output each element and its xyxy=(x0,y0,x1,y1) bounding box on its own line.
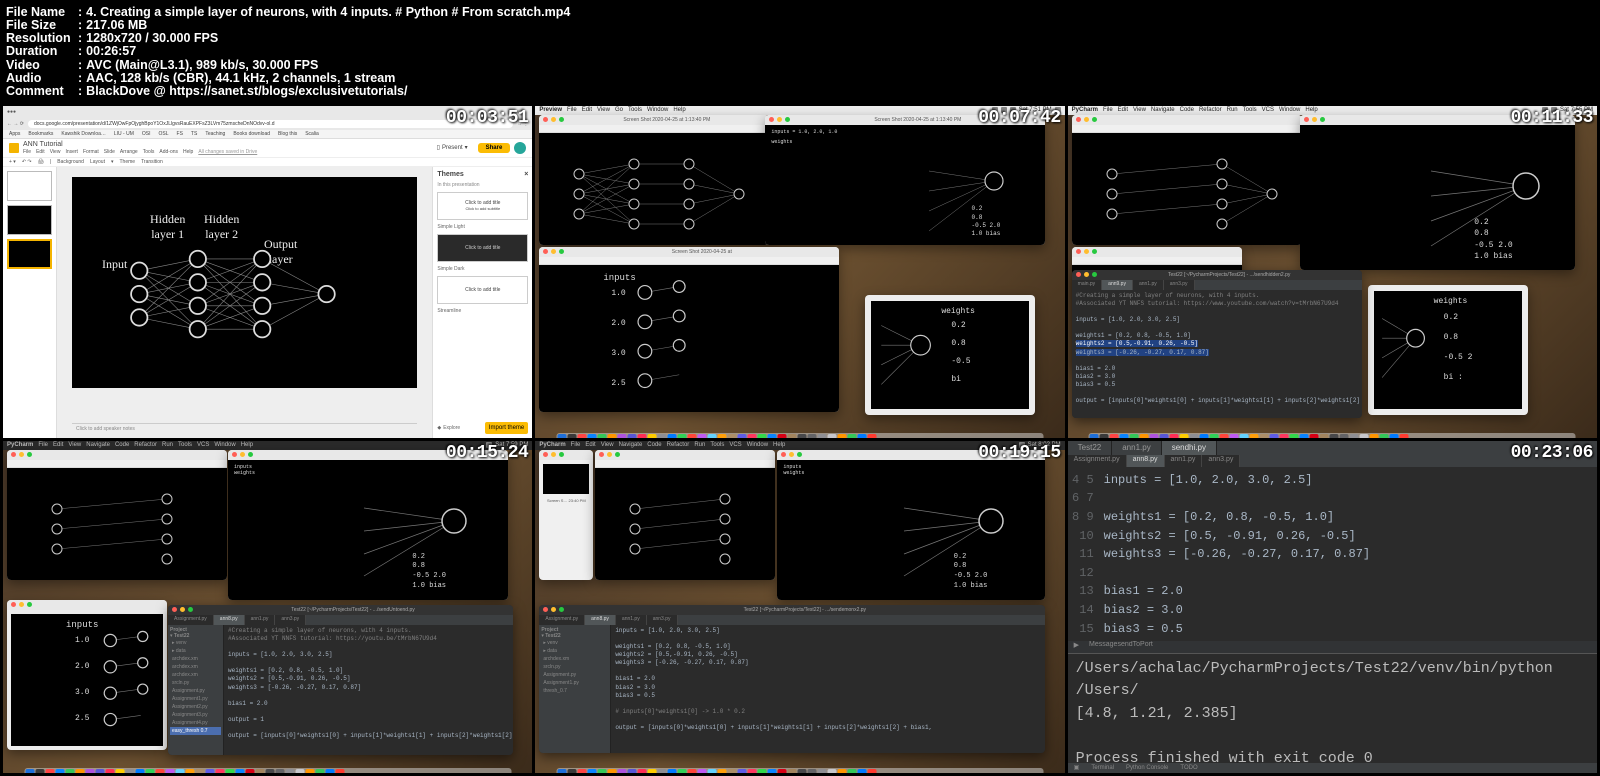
run-console[interactable]: /Users/achalac/PycharmProjects/Test22/ve… xyxy=(1068,653,1597,763)
line-gutter: 4 5 6 7 8 9 10 11 12 13 14 15 16 17 18 1… xyxy=(1072,471,1094,641)
frame-4: 00:15:24 PyCharm FileEditViewNavigateCod… xyxy=(3,441,532,773)
preview-big[interactable]: inputsweights 0.20.8-0.5 2.01.0 bias xyxy=(228,450,508,600)
pycharm-window[interactable]: Test22 [~/PycharmProjects/Test22] - .../… xyxy=(539,605,1045,753)
doc-title[interactable]: ANN Tutorial xyxy=(23,141,427,148)
themes-panel: Themes× In this presentation Click to ad… xyxy=(432,167,532,438)
project-tree[interactable]: Project▾ Test22 ▸ venv▸ data archdex.xms… xyxy=(539,625,611,753)
thumb-1[interactable] xyxy=(7,171,52,201)
preview-big[interactable]: 0.20.8-0.5 2.01.0 bias xyxy=(1300,115,1575,270)
preview-window[interactable] xyxy=(7,450,227,580)
slides-menu[interactable]: FileEditViewInsertFormatSlideArrangeTool… xyxy=(23,149,427,155)
preview-weights[interactable]: weights 0.2 0.8 -0.5 2 bi : xyxy=(1368,285,1528,415)
theme-card[interactable]: Click to add title xyxy=(437,276,528,304)
present-button[interactable]: ▯ Present ▾ xyxy=(431,142,474,153)
preview-inputs[interactable]: inputs 1.0 2.0 3.0 2.5 xyxy=(7,600,167,750)
thumb-3[interactable] xyxy=(7,239,52,269)
code-editor[interactable]: #Creating a simple layer of neurons, wit… xyxy=(224,625,513,755)
code-editor[interactable]: #Creating a simple layer of neurons, wit… xyxy=(1072,290,1362,418)
timestamp: 00:11:33 xyxy=(1511,108,1593,128)
frame-6: 00:23:06 Test22 ann1.py sendhi.py Assign… xyxy=(1068,441,1597,773)
import-theme-button[interactable]: Import theme xyxy=(485,422,529,434)
timestamp: 00:07:42 xyxy=(978,108,1060,128)
frame-5: 00:19:15 PyCharm FileEditViewNavigateCod… xyxy=(535,441,1064,773)
preview-thumbs[interactable]: Screen S… 23:40 PM xyxy=(539,450,593,580)
theme-card[interactable]: Click to add titleClick to add subtitle xyxy=(437,192,528,220)
run-tab-bar[interactable]: ▶MessagesendToPort xyxy=(1068,641,1597,653)
preview-window-3[interactable]: Screen Shot 2020-04-25 at inputs 1.0 2.0… xyxy=(539,247,839,412)
close-icon[interactable]: × xyxy=(524,171,528,178)
url-field[interactable]: docs.google.com/presentation/d/1ZWjOwFpO… xyxy=(28,120,513,128)
bookmarks-bar: AppsBookmarksKawshik Downloa…LIU - UMOSI… xyxy=(3,130,532,139)
explore-button[interactable]: ◆ Explore xyxy=(437,422,481,434)
slides-header: ANN Tutorial FileEditViewInsertFormatSli… xyxy=(3,139,532,157)
mac-dock[interactable] xyxy=(557,768,1044,773)
metadata-block: File Name:4. Creating a simple layer of … xyxy=(0,0,1600,106)
preview-window-2[interactable]: Screen Shot 2020-04-25 at 1:13:40 PM inp… xyxy=(765,115,1045,245)
slides-logo-icon xyxy=(9,143,19,153)
code-editor[interactable]: 4 5 6 7 8 9 10 11 12 13 14 15 16 17 18 1… xyxy=(1068,467,1597,641)
pycharm-window[interactable]: Test22 [~/PycharmProjects/Test22] - .../… xyxy=(168,605,513,755)
slides-toolbar[interactable]: + ▾↶ ↷🖨| BackgroundLayout▾ThemeTransitio… xyxy=(3,157,532,167)
themes-title: Themes xyxy=(437,171,463,178)
theme-card[interactable]: Click to add title xyxy=(437,234,528,262)
avatar[interactable] xyxy=(514,142,526,154)
code-editor[interactable]: inputs = [1.0, 2.0, 3.0, 2.5] weights1 =… xyxy=(611,625,1045,753)
preview-window-1[interactable]: Screen Shot 2020-04-25 at 1:13:40 PM xyxy=(539,115,769,245)
status-bar: ▣TerminalPython ConsoleTODO xyxy=(1068,763,1597,773)
frame-1: 00:03:51 ●●● ← → ⟳ docs.google.com/prese… xyxy=(3,106,532,438)
pycharm-window[interactable]: Test22 [~/PycharmProjects/Test22] - .../… xyxy=(1072,270,1362,418)
timestamp: 00:23:06 xyxy=(1511,443,1593,463)
timestamp: 00:03:51 xyxy=(446,108,528,128)
preview-window-4[interactable]: weights 0.2 0.8 -0.5 bi xyxy=(865,295,1035,415)
share-button[interactable]: Share xyxy=(478,143,511,153)
mac-dock[interactable] xyxy=(557,433,1044,438)
main-slide: Input Hiddenlayer 1 Hiddenlayer 2 Output… xyxy=(72,177,417,388)
project-tree[interactable]: Project ▾ Test22 ▸ venv ▸ data archdex.x… xyxy=(168,625,224,755)
timestamp: 00:19:15 xyxy=(978,443,1060,463)
frame-2: 00:07:42 Preview FileEditViewGoToolsWind… xyxy=(535,106,1064,438)
preview-big[interactable]: inputsweights 0.20.8-0.5 2.01.0 bias xyxy=(777,450,1045,600)
mac-dock[interactable] xyxy=(24,768,511,773)
slide-canvas[interactable]: Input Hiddenlayer 1 Hiddenlayer 2 Output… xyxy=(57,167,432,438)
preview-window[interactable] xyxy=(1072,115,1302,245)
timestamp: 00:15:24 xyxy=(446,443,528,463)
thumbnail-grid: 00:03:51 ●●● ← → ⟳ docs.google.com/prese… xyxy=(0,106,1600,776)
speaker-notes[interactable]: Click to add speaker notes xyxy=(72,423,417,434)
frame-3: 00:11:33 PyCharm FileEditViewNavigateCod… xyxy=(1068,106,1597,438)
slide-thumbnails[interactable] xyxy=(3,167,57,438)
mac-dock[interactable] xyxy=(1089,433,1576,438)
thumb-2[interactable] xyxy=(7,205,52,235)
preview-window[interactable] xyxy=(595,450,775,580)
